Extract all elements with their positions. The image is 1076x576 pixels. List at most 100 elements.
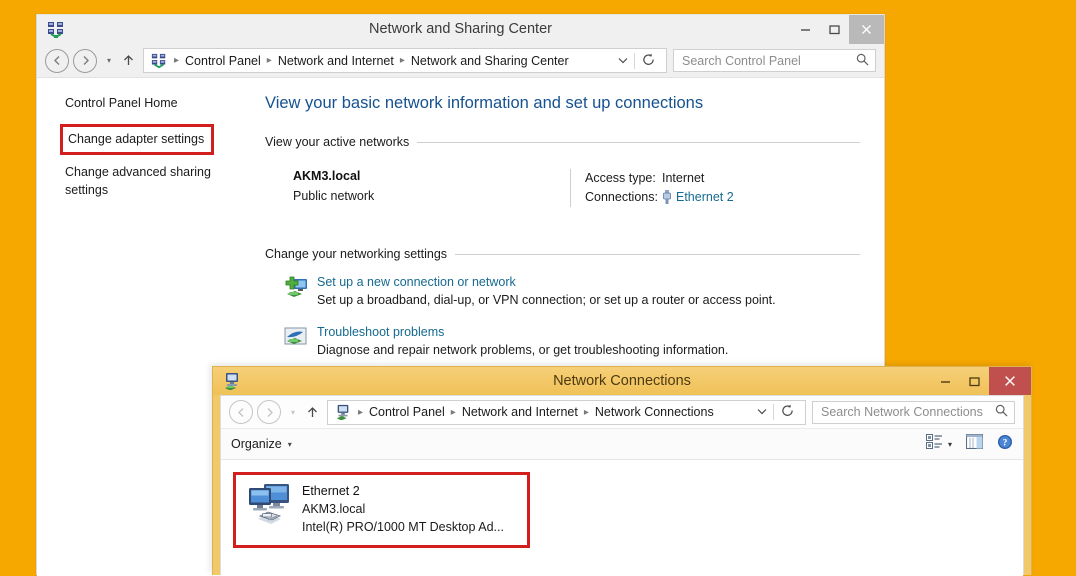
active-network-row: AKM3.local Public network Access type: I… <box>265 169 860 225</box>
active-networks-section-header: View your active networks <box>265 135 860 149</box>
window2-breadcrumb[interactable]: ▸ Control Panel ▸ Network and Internet ▸… <box>327 400 806 425</box>
connections-list: Ethernet 2 AKM3.local Intel(R) PRO/1000 … <box>221 460 1023 576</box>
window1-navigation-bar: ▾ ▸ Control Panel ▸ Network and Internet… <box>37 44 884 78</box>
sidebar-item-change-adapter-settings[interactable]: Change adapter settings <box>68 130 204 148</box>
troubleshoot-icon <box>283 325 311 357</box>
forward-button[interactable] <box>257 400 281 424</box>
organize-button[interactable]: Organize ▾ <box>231 437 292 451</box>
setup-new-connection-link[interactable]: Set up a new connection or network <box>317 275 776 289</box>
back-button[interactable] <box>45 49 69 73</box>
breadcrumb-network-and-internet[interactable]: Network and Internet <box>460 405 580 419</box>
forward-button[interactable] <box>73 49 97 73</box>
window1-title: Network and Sharing Center <box>37 15 884 44</box>
access-type-row: Access type: Internet <box>585 169 734 188</box>
connections-label: Connections: <box>585 188 662 207</box>
section-rule <box>417 142 860 143</box>
active-network-details: Access type: Internet Connections: <box>571 169 734 207</box>
window2-window-controls <box>931 367 1031 395</box>
window1-search-box[interactable] <box>673 49 876 72</box>
breadcrumb-separator: ▸ <box>396 55 409 66</box>
window1-window-controls <box>791 15 884 44</box>
breadcrumb-network-icon <box>151 53 167 69</box>
help-button[interactable]: ? <box>997 434 1013 455</box>
refresh-icon[interactable] <box>774 404 801 420</box>
preview-pane-button[interactable] <box>966 434 983 454</box>
connections-row: Connections: Ethernet 2 <box>585 188 734 207</box>
maximize-button[interactable] <box>960 367 989 395</box>
recent-locations-icon[interactable]: ▾ <box>285 408 301 417</box>
change-networking-settings-section: Change your networking settings <box>265 247 860 357</box>
connection-link-ethernet-2[interactable]: Ethernet 2 <box>676 188 734 207</box>
ethernet-2-highlight: Ethernet 2 AKM3.local Intel(R) PRO/1000 … <box>233 472 530 548</box>
network-name: AKM3.local <box>293 169 570 183</box>
list-item[interactable]: Ethernet 2 AKM3.local Intel(R) PRO/1000 … <box>246 483 519 537</box>
network-connections-icon <box>223 372 241 390</box>
organize-label: Organize <box>231 437 282 451</box>
breadcrumb-network-and-sharing-center[interactable]: Network and Sharing Center <box>409 54 571 68</box>
section-rule <box>455 254 860 255</box>
breadcrumb-separator: ▸ <box>580 407 593 418</box>
active-network-identity: AKM3.local Public network <box>265 169 570 207</box>
up-button[interactable] <box>117 54 139 67</box>
close-button[interactable] <box>989 367 1031 395</box>
minimize-button[interactable] <box>791 15 820 44</box>
sidebar-item-change-advanced-sharing-settings[interactable]: Change advanced sharing settings <box>65 163 215 199</box>
breadcrumb-network-and-internet[interactable]: Network and Internet <box>276 54 396 68</box>
breadcrumb-control-panel[interactable]: Control Panel <box>367 405 447 419</box>
chevron-down-icon: ▾ <box>948 440 952 449</box>
network-sharing-icon <box>47 21 65 39</box>
change-settings-section-header: Change your networking settings <box>265 247 860 261</box>
access-type-label: Access type: <box>585 169 662 188</box>
search-input[interactable] <box>680 53 856 69</box>
maximize-button[interactable] <box>820 15 849 44</box>
setup-new-connection-text: Set up a new connection or network Set u… <box>311 275 776 307</box>
chevron-down-icon: ▾ <box>288 440 292 449</box>
troubleshoot-problems-link[interactable]: Troubleshoot problems <box>317 325 728 339</box>
network-type: Public network <box>293 189 570 203</box>
breadcrumb-separator: ▸ <box>263 55 276 66</box>
ethernet-adapter-icon <box>246 483 298 530</box>
svg-text:?: ? <box>1003 438 1008 448</box>
troubleshoot-problems-text: Troubleshoot problems Diagnose and repai… <box>311 325 728 357</box>
view-options-icon <box>926 434 943 454</box>
chevron-down-icon[interactable] <box>612 55 634 67</box>
active-networks-label: View your active networks <box>265 135 409 149</box>
preview-pane-icon <box>966 434 983 454</box>
search-icon <box>995 404 1008 420</box>
access-type-value: Internet <box>662 169 704 188</box>
connection-details: Ethernet 2 AKM3.local Intel(R) PRO/1000 … <box>298 483 504 537</box>
breadcrumb-control-panel[interactable]: Control Panel <box>183 54 263 68</box>
window1-breadcrumb[interactable]: ▸ Control Panel ▸ Network and Internet ▸… <box>143 48 667 73</box>
troubleshoot-problems-item[interactable]: Troubleshoot problems Diagnose and repai… <box>265 325 860 357</box>
search-input[interactable] <box>819 404 995 420</box>
breadcrumb-separator: ▸ <box>354 407 367 418</box>
chevron-down-icon[interactable] <box>751 406 773 418</box>
breadcrumb-network-connections[interactable]: Network Connections <box>593 405 716 419</box>
window1-titlebar[interactable]: Network and Sharing Center <box>37 14 884 44</box>
refresh-icon[interactable] <box>635 53 662 69</box>
close-button[interactable] <box>849 15 884 44</box>
change-adapter-settings-highlight: Change adapter settings <box>60 124 214 155</box>
window2-navigation-bar: ▾ ▸ Control Panel ▸ Network and <box>221 396 1023 429</box>
page-title: View your basic network information and … <box>265 94 860 113</box>
sidebar-item-control-panel-home[interactable]: Control Panel Home <box>65 94 259 112</box>
back-button[interactable] <box>229 400 253 424</box>
new-connection-icon <box>283 275 311 307</box>
connection-adapter: Intel(R) PRO/1000 MT Desktop Ad... <box>302 519 504 537</box>
breadcrumb-separator: ▸ <box>170 55 183 66</box>
window2-titlebar[interactable]: Network Connections <box>213 367 1031 395</box>
window2-search-box[interactable] <box>812 401 1015 424</box>
window2-title: Network Connections <box>213 367 1031 395</box>
up-button[interactable] <box>301 406 323 419</box>
setup-new-connection-description: Set up a broadband, dial-up, or VPN conn… <box>317 293 776 307</box>
connection-network: AKM3.local <box>302 501 504 519</box>
breadcrumb-separator: ▸ <box>447 407 460 418</box>
recent-locations-icon[interactable]: ▾ <box>101 56 117 65</box>
setup-new-connection-item[interactable]: Set up a new connection or network Set u… <box>265 275 860 307</box>
view-options-button[interactable]: ▾ <box>926 434 952 454</box>
search-icon <box>856 53 869 69</box>
connection-name: Ethernet 2 <box>302 484 504 498</box>
change-settings-label: Change your networking settings <box>265 247 447 261</box>
help-icon: ? <box>997 434 1013 455</box>
minimize-button[interactable] <box>931 367 960 395</box>
